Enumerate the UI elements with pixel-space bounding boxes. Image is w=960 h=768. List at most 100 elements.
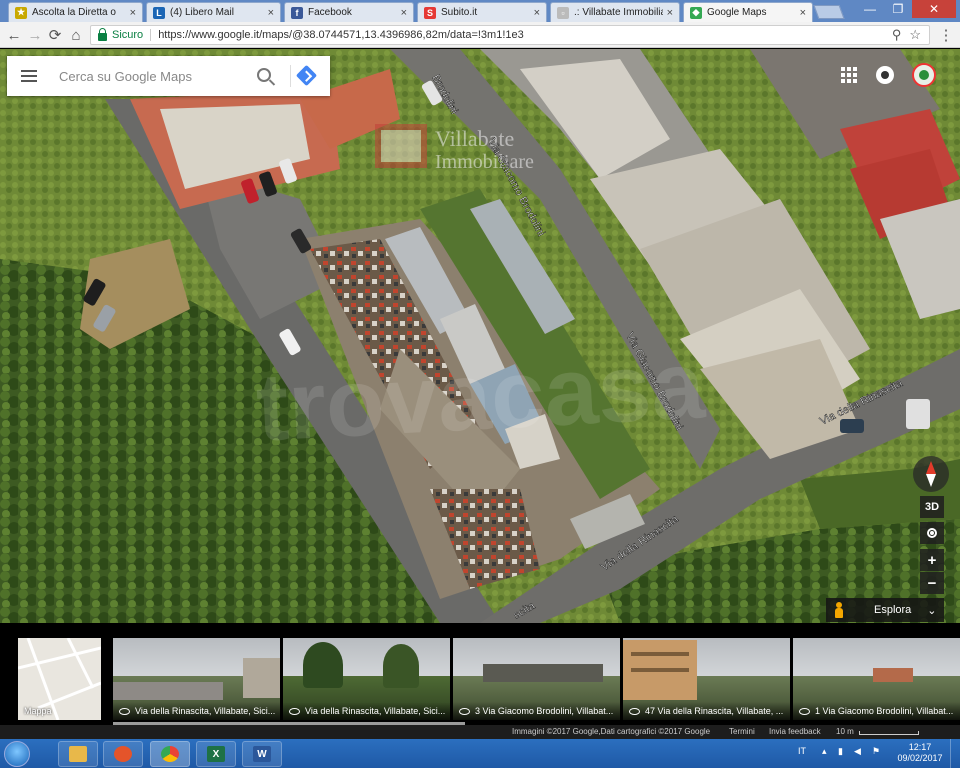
clock-time: 12:17 bbox=[908, 742, 932, 752]
thumbnail-caption: Mappa bbox=[24, 706, 52, 716]
explore-button[interactable]: Esplora ⌄ bbox=[826, 598, 944, 622]
terms-link[interactable]: Termini bbox=[729, 727, 755, 736]
thumbnail-caption: 1 Via Giacomo Brodolini, Villabat... bbox=[815, 706, 954, 716]
street-view-icon bbox=[799, 707, 810, 715]
my-location-button[interactable] bbox=[920, 522, 944, 544]
search-input[interactable] bbox=[59, 68, 249, 84]
address-bar[interactable]: Sicuro https://www.google.it/maps/@38.07… bbox=[90, 25, 930, 45]
show-desktop-button[interactable] bbox=[950, 739, 960, 768]
close-icon[interactable]: × bbox=[401, 7, 407, 19]
google-apps-icon[interactable] bbox=[838, 64, 860, 86]
tray-expand-icon[interactable]: ▴ bbox=[822, 746, 827, 757]
network-icon[interactable]: ▮ bbox=[838, 746, 843, 757]
google-maps-favicon-icon: ◆ bbox=[690, 6, 702, 19]
svg-text:Immobiliare: Immobiliare bbox=[435, 151, 534, 173]
tab-google-maps[interactable]: ◆ Google Maps × bbox=[683, 2, 813, 22]
maximize-button[interactable]: ❐ bbox=[884, 0, 912, 18]
excel-icon: X bbox=[207, 746, 225, 762]
send-feedback-link[interactable]: Invia feedback bbox=[769, 727, 821, 736]
action-center-icon[interactable]: ⚑ bbox=[872, 746, 880, 757]
close-window-button[interactable]: ✕ bbox=[912, 0, 956, 18]
taskbar-chrome[interactable] bbox=[150, 741, 190, 767]
street-view-thumbnail[interactable]: Via della Rinascita, Villabate, Sici... bbox=[113, 638, 280, 720]
search-icon[interactable] bbox=[257, 68, 271, 82]
zoom-in-button[interactable]: + bbox=[920, 549, 944, 571]
system-clock[interactable]: 12:17 09/02/2017 bbox=[896, 742, 944, 764]
tab-label: (4) Libero Mail bbox=[170, 7, 234, 18]
close-icon[interactable]: × bbox=[800, 7, 806, 19]
compass-icon[interactable] bbox=[913, 456, 949, 492]
scale-label[interactable]: 10 m bbox=[836, 727, 854, 736]
new-tab-button[interactable] bbox=[813, 5, 845, 19]
svg-text:Villabate: Villabate bbox=[435, 126, 514, 151]
zoom-out-button[interactable]: − bbox=[920, 572, 944, 594]
close-icon[interactable]: × bbox=[667, 7, 673, 19]
tab-facebook[interactable]: f Facebook × bbox=[284, 2, 414, 22]
tab-radio[interactable]: ★ Ascolta la Diretta o × bbox=[8, 2, 143, 22]
imagery-attribution: Immagini ©2017 Google,Dati cartografici … bbox=[512, 727, 711, 736]
thumbnail-caption: Via della Rinascita, Villabate, Sici... bbox=[305, 706, 446, 716]
secure-label: Sicuro bbox=[112, 29, 144, 41]
chrome-icon bbox=[161, 746, 179, 762]
subito-favicon-icon: S bbox=[424, 6, 436, 19]
tab-label: .: Villabate Immobilia bbox=[574, 7, 663, 18]
street-view-icon bbox=[289, 707, 300, 715]
tilt-3d-button[interactable]: 3D bbox=[920, 496, 944, 518]
street-view-thumbnail[interactable]: 1 Via Giacomo Brodolini, Villabat... bbox=[793, 638, 960, 720]
avatar[interactable] bbox=[912, 63, 936, 87]
pegman-icon[interactable] bbox=[834, 602, 844, 618]
directions-icon[interactable] bbox=[295, 64, 318, 87]
street-view-thumbnail[interactable]: Via della Rinascita, Villabate, Sici... bbox=[283, 638, 450, 720]
tab-label: Subito.it bbox=[441, 7, 478, 18]
minimize-button[interactable]: — bbox=[856, 0, 884, 18]
thumbnail-caption: 3 Via Giacomo Brodolini, Villabat... bbox=[475, 706, 614, 716]
tab-villabate-immobiliare[interactable]: ▫ .: Villabate Immobilia × bbox=[550, 2, 680, 22]
folder-icon bbox=[69, 746, 87, 762]
bookmark-star-icon[interactable]: ☆ bbox=[909, 27, 921, 43]
maps-footer: Immagini ©2017 Google,Dati cartografici … bbox=[0, 725, 960, 739]
tab-label: Facebook bbox=[308, 7, 352, 18]
browser-toolbar: ← → ⟳ ⌂ Sicuro https://www.google.it/map… bbox=[0, 22, 960, 48]
page-favicon-icon: ▫ bbox=[557, 6, 569, 19]
mail-favicon-icon: L bbox=[153, 6, 165, 19]
home-button[interactable]: ⌂ bbox=[67, 26, 85, 44]
imagery-strip: Mappa Via della Rinascita, Villabate, Si… bbox=[0, 623, 960, 722]
street-view-icon bbox=[629, 707, 640, 715]
street-view-icon bbox=[459, 707, 470, 715]
browser-tab-strip: ★ Ascolta la Diretta o × L (4) Libero Ma… bbox=[0, 0, 960, 22]
word-icon: W bbox=[253, 746, 271, 762]
zoom-icon[interactable]: ⚲ bbox=[892, 27, 902, 43]
satellite-map[interactable]: trovacasa Villabate Immobiliare Brodolin… bbox=[0, 49, 960, 623]
back-button[interactable]: ← bbox=[5, 26, 23, 44]
url-text[interactable]: https://www.google.it/maps/@38.0744571,1… bbox=[158, 29, 892, 41]
taskbar-word[interactable]: W bbox=[242, 741, 282, 767]
forward-button[interactable]: → bbox=[26, 26, 44, 44]
chrome-menu-button[interactable]: ⋮ bbox=[937, 26, 955, 44]
close-icon[interactable]: × bbox=[130, 7, 136, 19]
tab-subito[interactable]: S Subito.it × bbox=[417, 2, 547, 22]
divider bbox=[290, 65, 291, 87]
menu-icon[interactable] bbox=[21, 70, 37, 82]
tab-libero-mail[interactable]: L (4) Libero Mail × bbox=[146, 2, 281, 22]
street-view-thumbnail[interactable]: 3 Via Giacomo Brodolini, Villabat... bbox=[453, 638, 620, 720]
taskbar-excel[interactable]: X bbox=[196, 741, 236, 767]
street-view-icon bbox=[119, 707, 130, 715]
notifications-icon[interactable] bbox=[876, 66, 894, 84]
start-button[interactable] bbox=[4, 741, 30, 767]
street-view-thumbnail[interactable]: 47 Via della Rinascita, Villabate, ... bbox=[623, 638, 790, 720]
tab-label: Ascolta la Diretta o bbox=[32, 7, 116, 18]
facebook-favicon-icon: f bbox=[291, 6, 303, 19]
taskbar-file-explorer[interactable] bbox=[58, 741, 98, 767]
divider bbox=[150, 29, 152, 41]
close-icon[interactable]: × bbox=[534, 7, 540, 19]
language-indicator[interactable]: IT bbox=[798, 746, 806, 756]
explore-label: Esplora bbox=[874, 604, 912, 616]
media-player-icon bbox=[114, 746, 132, 762]
close-icon[interactable]: × bbox=[268, 7, 274, 19]
thumbnail-caption: Via della Rinascita, Villabate, Sici... bbox=[135, 706, 276, 716]
satellite-imagery: trovacasa Villabate Immobiliare bbox=[0, 49, 960, 623]
reload-button[interactable]: ⟳ bbox=[46, 26, 64, 44]
taskbar-media-player[interactable] bbox=[103, 741, 143, 767]
map-view-thumbnail[interactable]: Mappa bbox=[18, 638, 101, 720]
volume-icon[interactable]: ◀ bbox=[854, 746, 861, 757]
